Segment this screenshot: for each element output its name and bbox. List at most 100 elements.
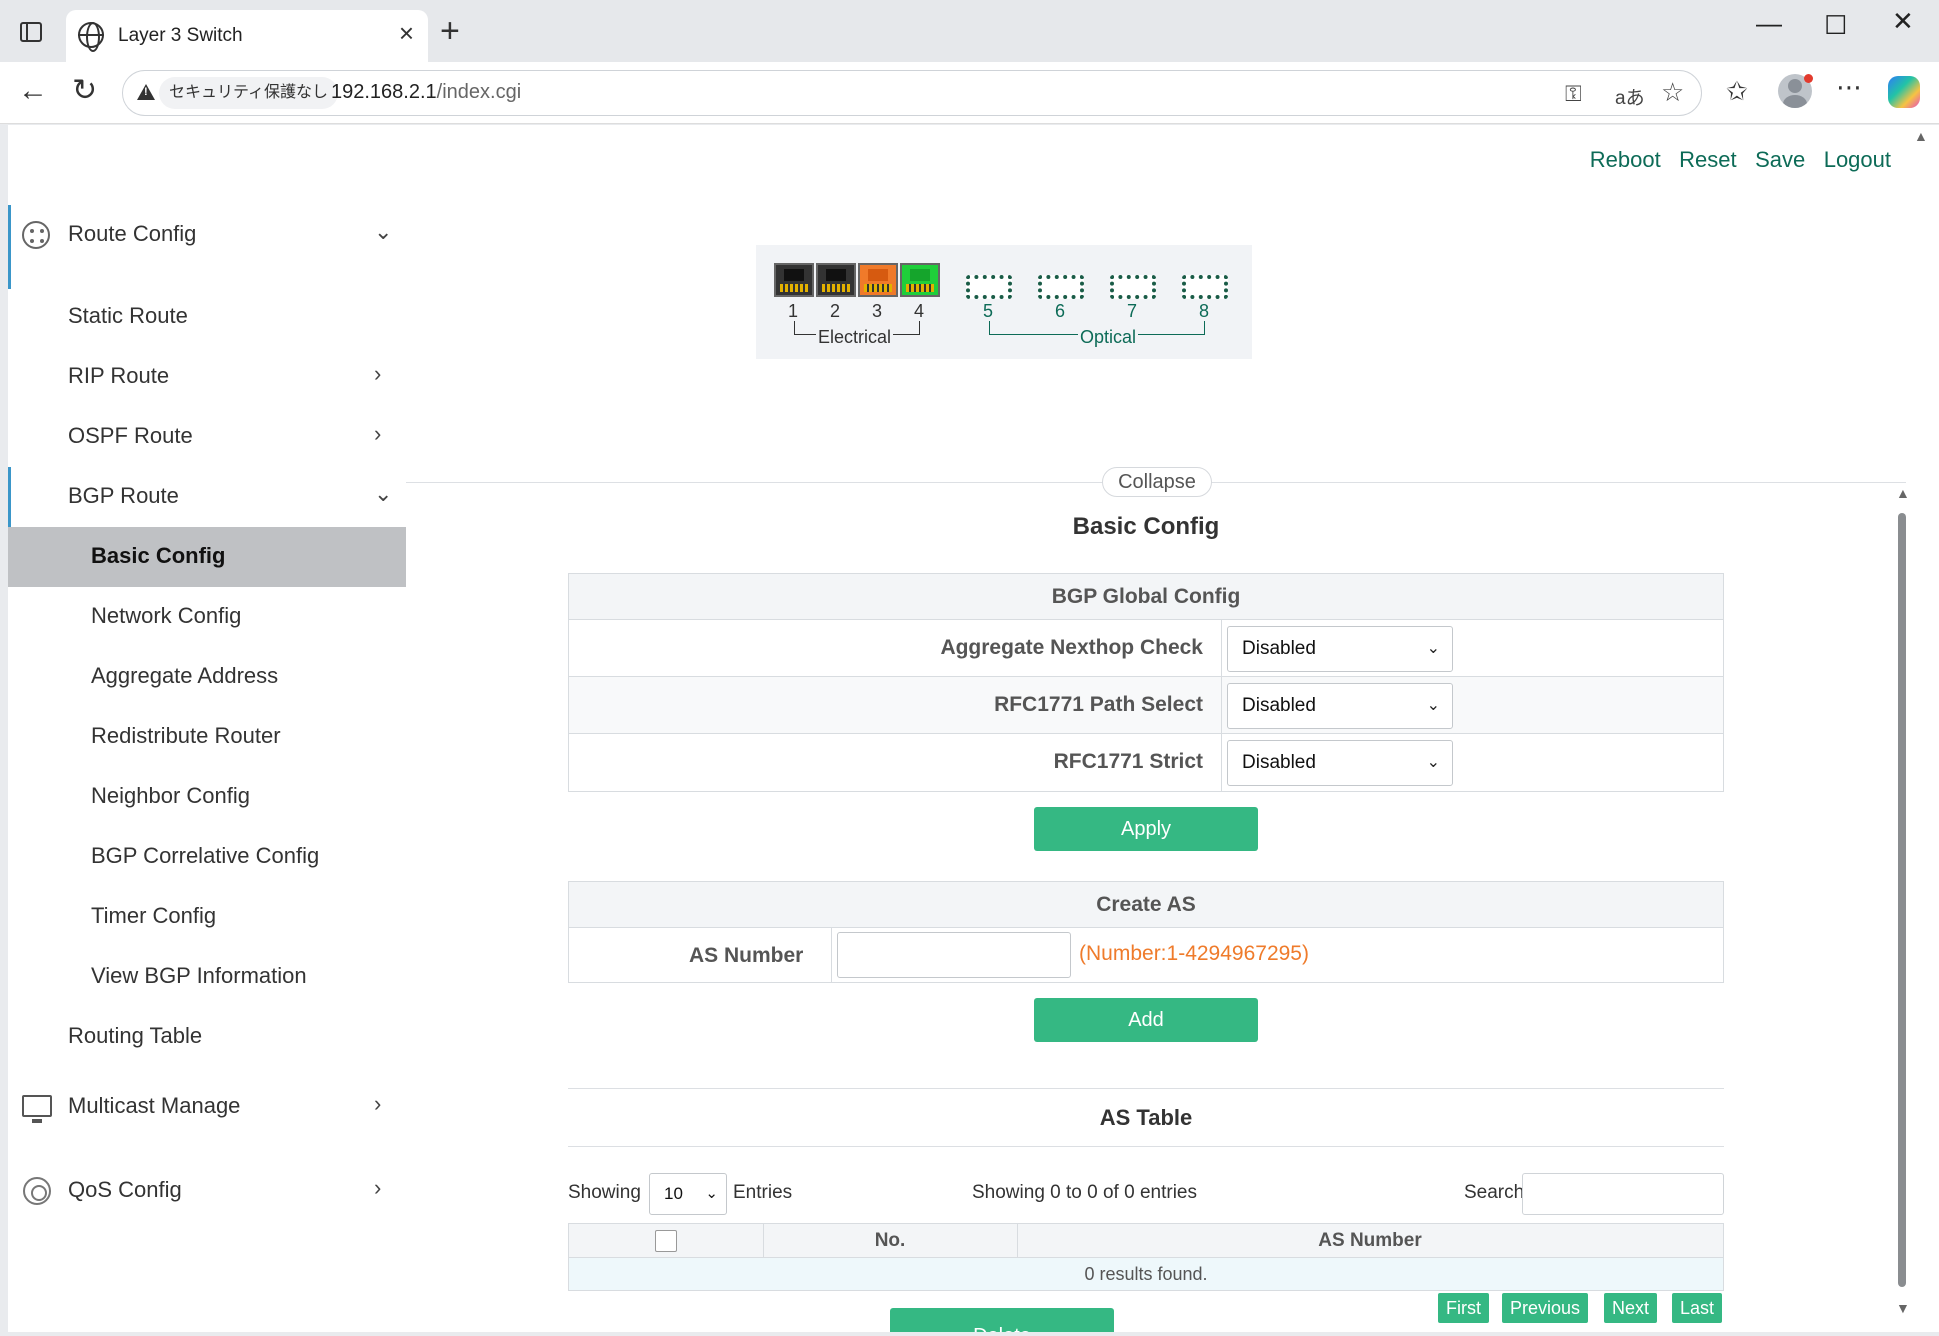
last-page-button[interactable]: Last bbox=[1672, 1293, 1723, 1323]
address-bar[interactable]: セキュリティ保護なし 192.168.2.1/index.cgi ⚿ aあ ☆ bbox=[122, 70, 1702, 116]
sidebar-item-label: View BGP Information bbox=[91, 963, 307, 988]
sidebar-item-multicast-manage[interactable]: Multicast Manage › bbox=[8, 1077, 406, 1137]
logout-link[interactable]: Logout bbox=[1824, 147, 1891, 173]
minimize-icon[interactable]: — bbox=[1756, 10, 1782, 36]
empty-results-row: 0 results found. bbox=[569, 1258, 1723, 1290]
optical-port-6[interactable] bbox=[1038, 275, 1084, 299]
read-aloud-icon[interactable]: aあ bbox=[1615, 83, 1645, 110]
sidebar-item-neighbor-config[interactable]: Neighbor Config bbox=[8, 767, 406, 827]
column-header-as-number[interactable]: AS Number bbox=[1017, 1224, 1723, 1258]
browser-tab[interactable]: Layer 3 Switch × bbox=[66, 10, 428, 62]
sidebar-item-label: Multicast Manage bbox=[68, 1093, 241, 1118]
as-number-input[interactable] bbox=[837, 932, 1071, 978]
sidebar-item-label: Redistribute Router bbox=[91, 723, 281, 748]
apply-button[interactable]: Apply bbox=[1034, 807, 1258, 851]
sidebar-item-timer-config[interactable]: Timer Config bbox=[8, 887, 406, 947]
sidebar-item-ospf-route[interactable]: OSPF Route › bbox=[8, 407, 406, 467]
sidebar-item-redistribute-router[interactable]: Redistribute Router bbox=[8, 707, 406, 767]
electrical-port-1[interactable] bbox=[774, 263, 814, 297]
content-scrollbar[interactable]: ▲ ▼ bbox=[1892, 485, 1912, 1325]
previous-page-button[interactable]: Previous bbox=[1502, 1293, 1589, 1323]
reboot-link[interactable]: Reboot bbox=[1590, 147, 1661, 173]
collapse-button[interactable]: Collapse bbox=[1102, 467, 1212, 497]
search-input[interactable] bbox=[1522, 1173, 1724, 1215]
optical-port-8[interactable] bbox=[1182, 275, 1228, 299]
search-label: Search bbox=[1464, 1182, 1525, 1203]
page-scroll-up-icon[interactable]: ▲ bbox=[1914, 128, 1928, 144]
chevron-down-icon: ⌄ bbox=[1426, 754, 1440, 771]
tab-title: Layer 3 Switch bbox=[118, 25, 243, 46]
chevron-right-icon: › bbox=[374, 1091, 382, 1116]
optical-port-7[interactable] bbox=[1110, 275, 1156, 299]
browser-tabbar: Layer 3 Switch × + — ☐ ✕ bbox=[0, 0, 1939, 62]
favorites-icon[interactable]: ✩ bbox=[1726, 78, 1748, 104]
scroll-down-icon[interactable]: ▼ bbox=[1896, 1300, 1910, 1316]
entries-summary: Showing 0 to 0 of 0 entries bbox=[972, 1182, 1197, 1203]
refresh-icon[interactable]: ↻ bbox=[72, 76, 97, 106]
port-number: 4 bbox=[914, 301, 925, 321]
optical-label: Optical bbox=[1078, 327, 1139, 348]
copilot-icon[interactable] bbox=[1888, 76, 1920, 108]
delete-button[interactable]: Delete bbox=[890, 1308, 1114, 1332]
next-page-button[interactable]: Next bbox=[1604, 1293, 1658, 1323]
select-all-checkbox[interactable] bbox=[655, 1230, 677, 1252]
scroll-up-icon[interactable]: ▲ bbox=[1896, 485, 1910, 501]
showing-label: Showing bbox=[568, 1182, 641, 1203]
sidebar-item-qos-config[interactable]: QoS Config › bbox=[8, 1161, 406, 1221]
scrollbar-thumb[interactable] bbox=[1898, 513, 1906, 1287]
first-page-button[interactable]: First bbox=[1438, 1293, 1489, 1323]
port-number: 6 bbox=[1055, 301, 1066, 321]
row-label: Aggregate Nexthop Check bbox=[940, 636, 1203, 659]
chevron-down-icon: ⌄ bbox=[1426, 697, 1440, 714]
close-window-icon[interactable]: ✕ bbox=[1892, 8, 1914, 34]
sidebar-item-aggregate-address[interactable]: Aggregate Address bbox=[8, 647, 406, 707]
favorite-star-icon[interactable]: ☆ bbox=[1661, 77, 1684, 108]
aggregate-nexthop-check-select[interactable]: Disabled ⌄ bbox=[1227, 626, 1453, 672]
reset-link[interactable]: Reset bbox=[1679, 147, 1736, 173]
save-link[interactable]: Save bbox=[1755, 147, 1805, 173]
port-number: 1 bbox=[788, 301, 799, 321]
sidebar: Route Config ⌄ Static Route RIP Route › … bbox=[8, 125, 406, 1332]
top-links: Reboot Reset Save Logout bbox=[1576, 147, 1891, 173]
back-arrow-icon[interactable]: ← bbox=[18, 76, 48, 106]
sidebar-item-label: Neighbor Config bbox=[91, 783, 250, 808]
maximize-icon[interactable]: ☐ bbox=[1824, 12, 1847, 38]
key-icon[interactable]: ⚿ bbox=[1565, 81, 1582, 107]
add-button[interactable]: Add bbox=[1034, 998, 1258, 1042]
as-table-title: AS Table bbox=[1099, 1105, 1193, 1130]
tab-actions-icon[interactable] bbox=[20, 22, 42, 42]
close-tab-icon[interactable]: × bbox=[399, 20, 414, 46]
table-header: BGP Global Config bbox=[569, 574, 1723, 620]
qos-icon bbox=[23, 1177, 51, 1205]
electrical-port-2[interactable] bbox=[816, 263, 856, 297]
column-header-no[interactable]: No. bbox=[763, 1224, 1017, 1258]
sidebar-item-route-config[interactable]: Route Config ⌄ bbox=[8, 205, 406, 289]
chevron-right-icon: › bbox=[374, 361, 382, 386]
notification-dot bbox=[1804, 74, 1813, 83]
table-header: Create AS bbox=[569, 882, 1723, 928]
page-size-select[interactable]: 10 ⌄ bbox=[649, 1173, 727, 1215]
sidebar-item-basic-config[interactable]: Basic Config bbox=[8, 527, 406, 587]
electrical-port-4[interactable] bbox=[900, 263, 940, 297]
sidebar-item-rip-route[interactable]: RIP Route › bbox=[8, 347, 406, 407]
sidebar-item-static-route[interactable]: Static Route bbox=[8, 287, 406, 347]
row-label: AS Number bbox=[689, 944, 804, 967]
new-tab-icon[interactable]: + bbox=[440, 14, 460, 48]
sidebar-item-view-bgp-information[interactable]: View BGP Information bbox=[8, 947, 406, 1007]
entries-label: Entries bbox=[733, 1182, 793, 1203]
sidebar-item-bgp-route[interactable]: BGP Route ⌄ bbox=[8, 467, 406, 527]
rfc1771-strict-select[interactable]: Disabled ⌄ bbox=[1227, 740, 1453, 786]
row-label: RFC1771 Strict bbox=[1053, 750, 1203, 773]
sidebar-item-network-config[interactable]: Network Config bbox=[8, 587, 406, 647]
url-text[interactable]: 192.168.2.1/index.cgi bbox=[331, 81, 521, 104]
sidebar-item-routing-table[interactable]: Routing Table bbox=[8, 1007, 406, 1067]
optical-port-5[interactable] bbox=[966, 275, 1012, 299]
bgp-global-config-table: BGP Global Config Aggregate Nexthop Chec… bbox=[568, 573, 1724, 792]
sidebar-item-bgp-correlative-config[interactable]: BGP Correlative Config bbox=[8, 827, 406, 887]
electrical-port-3[interactable] bbox=[858, 263, 898, 297]
rfc1771-path-select-select[interactable]: Disabled ⌄ bbox=[1227, 683, 1453, 729]
security-chip[interactable]: セキュリティ保護なし bbox=[159, 77, 339, 109]
more-options-icon[interactable]: ⋯ bbox=[1836, 74, 1862, 100]
sidebar-item-label: Routing Table bbox=[68, 1023, 203, 1048]
config-row: Aggregate Nexthop Check Disabled ⌄ bbox=[569, 620, 1723, 677]
